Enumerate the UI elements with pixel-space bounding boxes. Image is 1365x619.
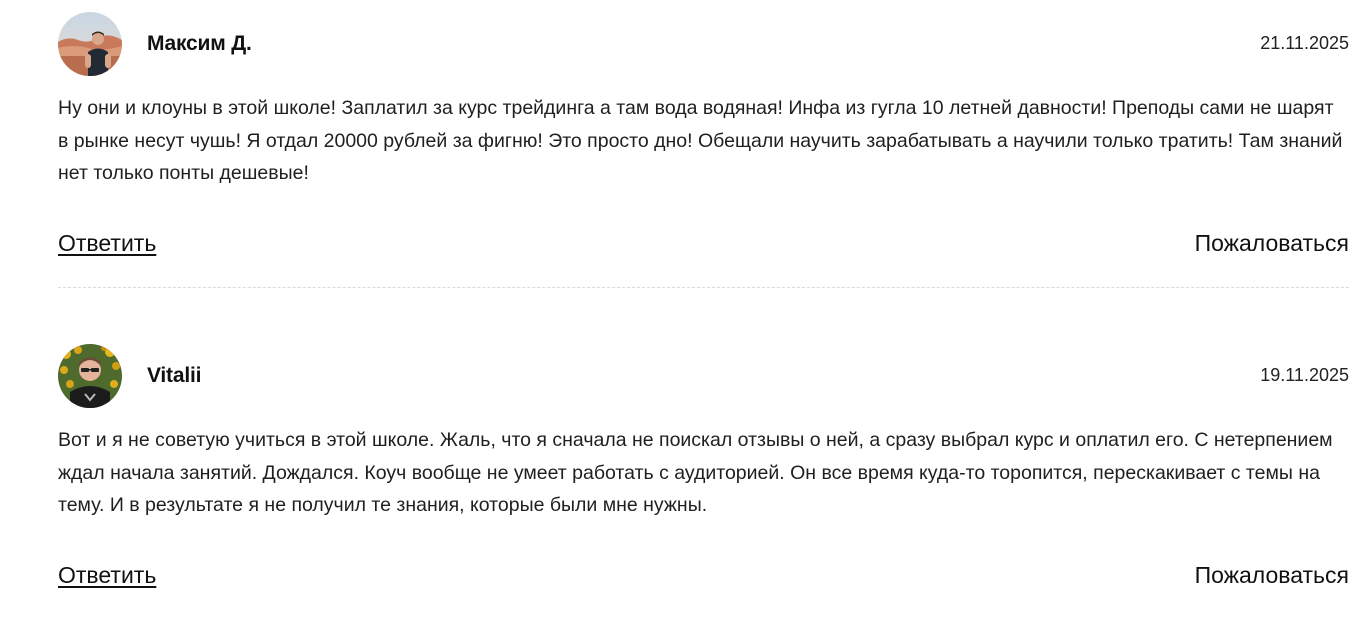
user-photo-avatar-icon[interactable] xyxy=(58,344,122,408)
comment-date: 21.11.2025 xyxy=(1260,33,1349,53)
comment-item: Максим Д. 21.11.2025 Ну они и клоуны в э… xyxy=(58,12,1349,256)
comment-text: Вот и я не советую учиться в этой школе.… xyxy=(58,429,1333,516)
comment-item: Vitalii 19.11.2025 Вот и я не советую уч… xyxy=(58,344,1349,588)
report-link[interactable]: Пожаловаться xyxy=(1195,230,1349,257)
reply-link[interactable]: Ответить xyxy=(58,230,156,257)
reply-link[interactable]: Ответить xyxy=(58,562,156,589)
comment-actions: Ответить Пожаловаться xyxy=(58,230,1349,262)
user-photo-avatar-icon[interactable] xyxy=(58,12,122,76)
comment-date: 19.11.2025 xyxy=(1260,365,1349,385)
comment-text: Ну они и клоуны в этой школе! Заплатил з… xyxy=(58,97,1343,184)
comment-actions: Ответить Пожаловаться xyxy=(58,562,1349,594)
comment-header: Vitalii 19.11.2025 xyxy=(58,344,1349,410)
comment-author: Максим Д. xyxy=(147,32,252,55)
comment-divider xyxy=(58,287,1349,288)
report-link[interactable]: Пожаловаться xyxy=(1195,562,1349,589)
comments-list: Максим Д. 21.11.2025 Ну они и клоуны в э… xyxy=(0,0,1365,619)
comment-header: Максим Д. 21.11.2025 xyxy=(58,12,1349,78)
comment-author: Vitalii xyxy=(147,364,202,387)
